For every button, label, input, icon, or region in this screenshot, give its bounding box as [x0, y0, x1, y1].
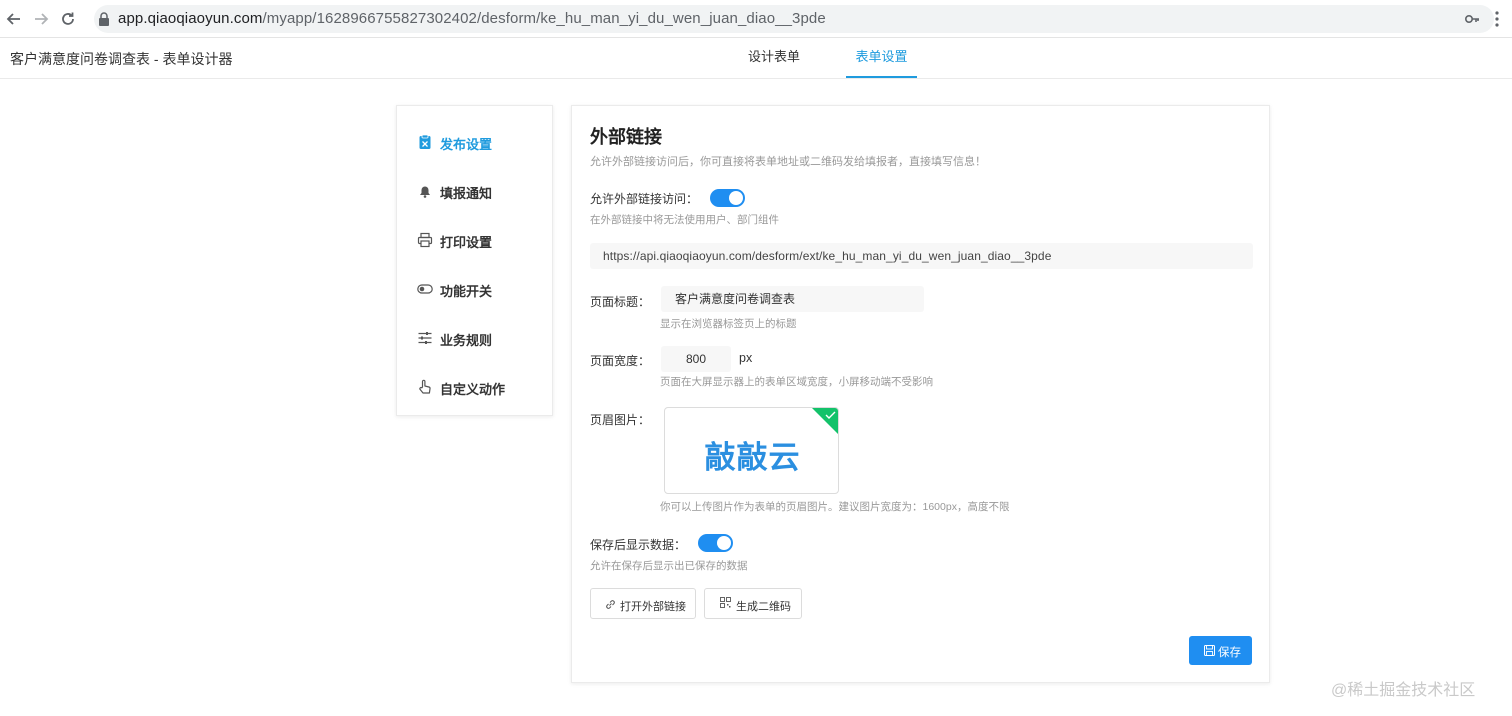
sidebar-item-label: 自定义动作 — [440, 382, 506, 397]
url-path: /myapp/1628966755827302402/desform/ke_hu… — [262, 10, 826, 27]
page-title-hint: 显示在浏览器标签页上的标题 — [660, 318, 797, 330]
qrcode-icon — [720, 597, 731, 608]
sliders-icon — [418, 332, 432, 344]
save-icon — [1204, 645, 1215, 656]
more-menu-icon[interactable] — [1494, 9, 1500, 29]
bell-icon — [420, 186, 430, 198]
sidebar-item-rules[interactable]: 业务规则 — [397, 327, 554, 349]
lock-icon — [99, 12, 109, 26]
tab-form-settings[interactable]: 表单设置 — [846, 38, 917, 78]
header-image-preview[interactable]: 敲敲云 — [664, 407, 839, 494]
page-width-unit: px — [739, 351, 753, 365]
page-width-label: 页面宽度： — [590, 354, 651, 368]
check-corner-icon — [812, 408, 838, 434]
sidebar-item-label: 业务规则 — [440, 333, 493, 348]
show-after-save-toggle[interactable] — [698, 534, 733, 552]
sidebar-item-publish[interactable]: 发布设置 — [397, 131, 554, 153]
generate-qrcode-label: 生成二维码 — [736, 601, 791, 613]
forward-button[interactable] — [31, 9, 51, 29]
hand-pointer-icon — [419, 379, 431, 394]
sidebar-item-label: 打印设置 — [440, 235, 493, 250]
back-button[interactable] — [4, 9, 24, 29]
allow-external-hint: 在外部链接中将无法使用用户、部门组件 — [590, 214, 779, 226]
open-external-link-button[interactable]: 打开外部链接 — [590, 588, 696, 619]
tab-design-form[interactable]: 设计表单 — [736, 38, 812, 78]
header-image-hint: 你可以上传图片作为表单的页眉图片。建议图片宽度为：1600px，高度不限 — [660, 501, 1010, 513]
section-description: 允许外部链接访问后，你可直接将表单地址或二维码发给填报者，直接填写信息！ — [590, 156, 986, 168]
arrow-right-icon — [35, 13, 49, 25]
header-image-label: 页眉图片： — [590, 413, 651, 427]
save-button[interactable]: 保存 — [1189, 636, 1252, 665]
external-link-box[interactable]: https://api.qiaoqiaoyun.com/desform/ext/… — [590, 243, 1253, 269]
generate-qrcode-button[interactable]: 生成二维码 — [704, 588, 802, 619]
reload-icon — [62, 12, 74, 25]
url-host: app.qiaoqiaoyun.com — [118, 10, 263, 27]
app-header: 客户满意度问卷调查表 - 表单设计器 设计表单 表单设置 — [0, 38, 1512, 79]
link-icon — [606, 600, 615, 609]
allow-external-label: 允许外部链接访问： — [590, 192, 699, 206]
sidebar-item-label: 发布设置 — [440, 137, 493, 152]
save-label: 保存 — [1218, 647, 1241, 659]
logo-image: 敲敲云 — [704, 440, 801, 475]
section-title: 外部链接 — [590, 127, 662, 147]
show-after-save-label: 保存后显示数据： — [590, 538, 687, 552]
page-width-hint: 页面在大屏显示器上的表单区域宽度，小屏移动端不受影响 — [660, 376, 933, 388]
watermark: @稀土掘金技术社区 — [1331, 682, 1476, 699]
sidebar-item-notify[interactable]: 填报通知 — [397, 180, 554, 202]
show-after-save-hint: 允许在保存后显示出已保存的数据 — [590, 560, 748, 572]
open-external-link-label: 打开外部链接 — [620, 601, 686, 613]
publish-settings-panel: 外部链接 允许外部链接访问后，你可直接将表单地址或二维码发给填报者，直接填写信息… — [571, 105, 1270, 683]
sidebar-item-label: 功能开关 — [440, 284, 493, 299]
reload-button[interactable] — [58, 9, 78, 29]
arrow-left-icon — [6, 13, 20, 25]
settings-sidebar: 发布设置 填报通知 打印设置 功能开关 业务规则 自定义动作 — [396, 105, 553, 416]
page-title-label: 页面标题： — [590, 295, 651, 309]
clipboard-icon — [419, 134, 431, 149]
sidebar-item-print[interactable]: 打印设置 — [397, 229, 554, 251]
page-title-input[interactable]: 客户满意度问卷调查表 — [661, 286, 924, 312]
external-link-text: https://api.qiaoqiaoyun.com/desform/ext/… — [603, 249, 1052, 263]
key-icon[interactable] — [1464, 11, 1480, 27]
toggle-icon — [417, 284, 433, 294]
sidebar-item-features[interactable]: 功能开关 — [397, 278, 554, 300]
page-title: 客户满意度问卷调查表 - 表单设计器 — [10, 51, 233, 67]
browser-toolbar: app.qiaoqiaoyun.com/myapp/16289667558273… — [0, 0, 1512, 38]
url-text[interactable]: app.qiaoqiaoyun.com/myapp/16289667558273… — [118, 10, 826, 27]
sidebar-item-label: 填报通知 — [440, 186, 493, 201]
sidebar-item-custom-action[interactable]: 自定义动作 — [397, 376, 554, 398]
printer-icon — [417, 232, 433, 248]
page-width-input[interactable]: 800 — [661, 346, 731, 372]
allow-external-toggle[interactable] — [710, 189, 745, 207]
